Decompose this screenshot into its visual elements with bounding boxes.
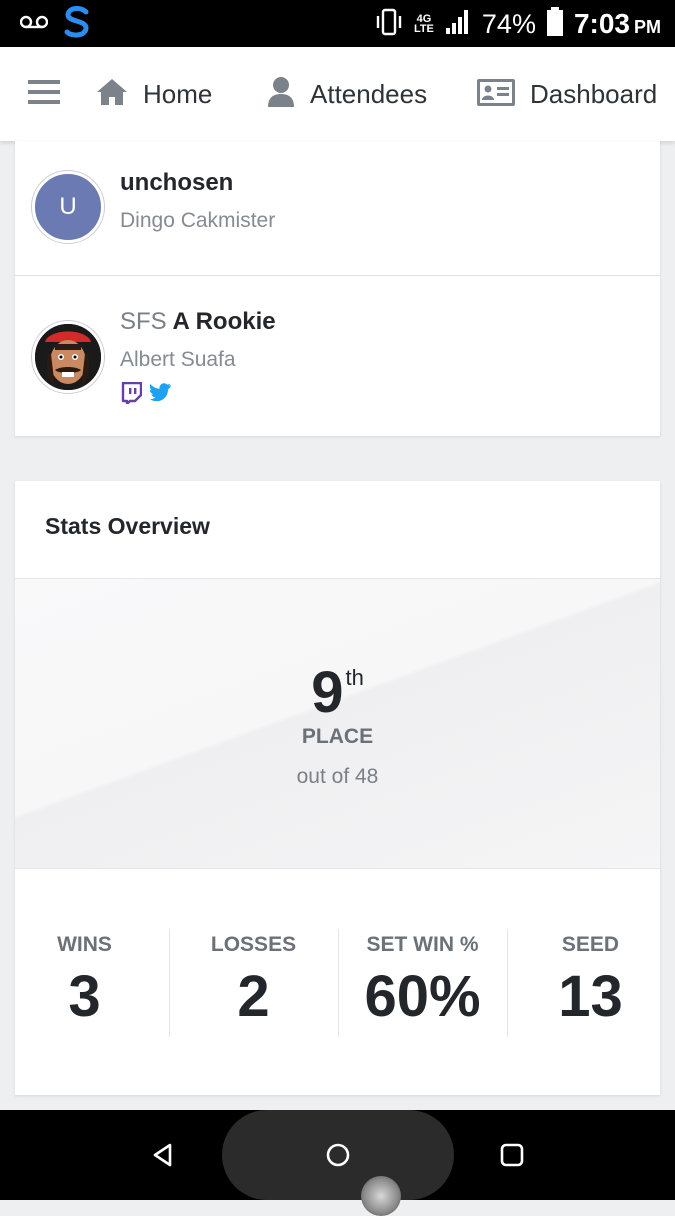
- stat-losses: LOSSES 2: [176, 933, 331, 1030]
- nav-attendees-label: Attendees: [310, 78, 428, 109]
- battery-icon: [546, 6, 564, 42]
- voicemail-icon: [19, 15, 49, 34]
- home-icon: [95, 77, 129, 112]
- player-row[interactable]: U unchosen Dingo Cakmister: [15, 141, 660, 276]
- stat-set-win-percent: SET WIN % 60%: [345, 933, 500, 1030]
- player-gamertag: SFS A Rookie: [120, 308, 276, 335]
- stats-overview-card: Stats Overview 9th PLACE out of 48 WINS …: [15, 481, 660, 1095]
- vibrate-icon: [374, 8, 404, 41]
- battery-percent: 74%: [481, 8, 536, 39]
- player-real-name: Dingo Cakmister: [120, 209, 276, 232]
- hamburger-menu-icon: [28, 79, 60, 110]
- social-links: [120, 381, 172, 409]
- stat-value: 2: [237, 964, 270, 1029]
- stat-wins: WINS 3: [7, 933, 162, 1030]
- placement-value: 9th: [311, 660, 364, 725]
- nav-attendees[interactable]: Attendees: [266, 47, 427, 141]
- assistant-dot: [361, 1176, 401, 1216]
- stat-label: SEED: [561, 933, 620, 956]
- nav-dashboard-label: Dashboard: [530, 78, 658, 109]
- app-logo-icon: [62, 5, 92, 43]
- nav-home[interactable]: Home: [95, 47, 212, 141]
- back-icon[interactable]: [150, 1142, 176, 1173]
- network-type: 4G LTE: [413, 13, 434, 35]
- system-nav-bar: [0, 1110, 675, 1216]
- player-real-name: Albert Suafa: [120, 348, 236, 371]
- stat-label: SET WIN %: [366, 933, 479, 956]
- placement-label: PLACE: [301, 725, 374, 748]
- stat-value: 60%: [364, 964, 481, 1029]
- clock: 7:03 PM: [573, 8, 661, 39]
- stat-divider: [507, 929, 508, 1037]
- placement-total: out of 48: [296, 765, 379, 788]
- user-icon: [266, 75, 296, 114]
- hamburger-menu-button[interactable]: [28, 47, 60, 141]
- nav-dashboard[interactable]: Dashboard: [476, 47, 657, 141]
- top-nav-bar: Home Attendees Dashboard: [0, 47, 675, 141]
- home-icon[interactable]: [325, 1142, 351, 1173]
- stat-label: WINS: [57, 933, 112, 956]
- sponsor-prefix: SFS: [120, 308, 167, 335]
- nav-home-label: Home: [143, 78, 213, 109]
- team-roster-card: U unchosen Dingo Cakmister SFS A Rookie …: [15, 141, 660, 436]
- stats-title: Stats Overview: [45, 513, 210, 539]
- stat-divider: [338, 929, 339, 1037]
- stat-value: 3: [68, 964, 101, 1029]
- player-row[interactable]: SFS A Rookie Albert Suafa: [15, 276, 660, 436]
- placement-suffix: th: [345, 665, 364, 690]
- signal-icon: [444, 8, 472, 41]
- id-card-icon: [476, 76, 516, 113]
- player-gamertag: unchosen: [120, 169, 234, 196]
- avatar: [32, 321, 104, 393]
- recent-apps-icon[interactable]: [500, 1143, 524, 1172]
- placement-panel: 9th PLACE out of 48: [15, 578, 660, 869]
- stat-label: LOSSES: [210, 933, 297, 956]
- stat-value: 13: [558, 964, 623, 1029]
- twitch-icon[interactable]: [120, 381, 143, 409]
- twitter-icon[interactable]: [149, 382, 172, 409]
- stat-seed: SEED 13: [513, 933, 668, 1030]
- avatar: U: [32, 171, 104, 243]
- status-bar: 4G LTE 74% 7:03 PM: [0, 0, 675, 47]
- stat-divider: [169, 929, 170, 1037]
